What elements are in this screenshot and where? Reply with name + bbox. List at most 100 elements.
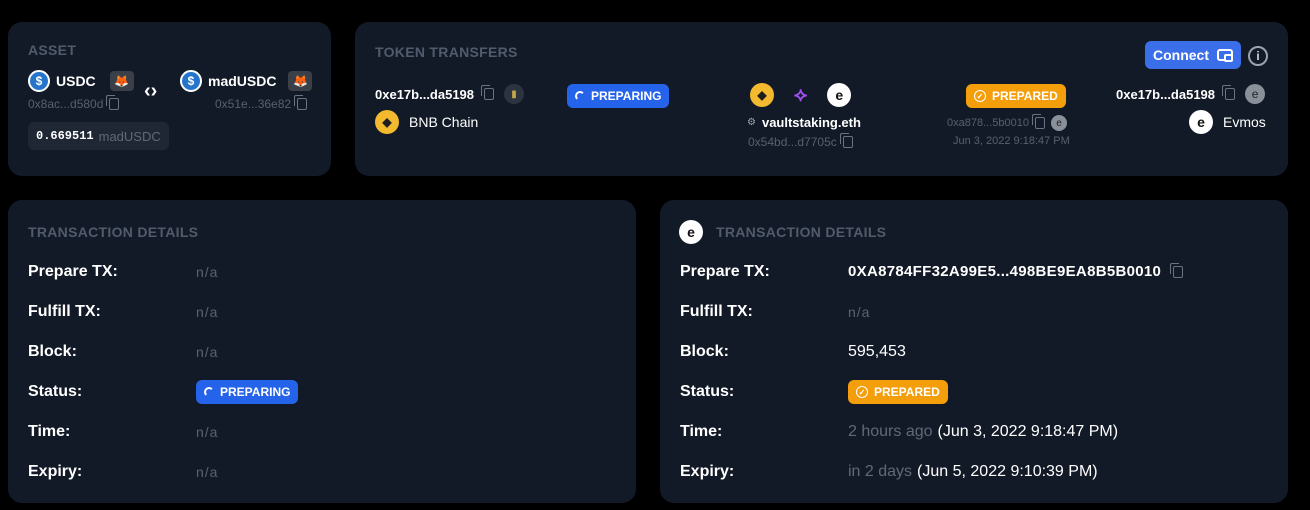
connect-label: Connect — [1153, 47, 1209, 63]
router-name: vaultstaking.eth — [761, 115, 861, 130]
amount-chip: 0.669511 madUSDC — [28, 122, 169, 150]
explorer-icon[interactable]: ▮ — [504, 84, 525, 104]
dest-status-badge: ✓ PREPARED — [966, 84, 1066, 108]
time-label: Time: — [680, 423, 723, 440]
spinner-icon — [204, 387, 214, 397]
prepare-tx-label: Prepare TX: — [680, 263, 770, 280]
metamask-icon[interactable]: 🦊 — [288, 71, 313, 91]
amount-symbol: madUSDC — [98, 128, 161, 144]
source-chain-row: ◆ BNB Chain — [375, 110, 478, 134]
from-address: 0x8ac...d580d — [28, 97, 104, 111]
info-icon[interactable]: i — [1248, 46, 1268, 66]
status-badge: PREPARING — [196, 380, 299, 404]
source-status-text: PREPARING — [591, 89, 662, 103]
status-label: Status: — [680, 383, 735, 400]
check-circle-icon: ✓ — [856, 386, 868, 398]
dest-tx[interactable]: 0xa878...5b0010 — [947, 117, 1029, 129]
copy-icon[interactable] — [1170, 262, 1184, 278]
expiry-value: n/a — [196, 464, 219, 480]
source-details-title: TRANSACTION DETAILS — [28, 224, 199, 240]
to-asset: $ madUSDC 🦊 — [180, 70, 313, 92]
asset-card: ASSET $ USDC 🦊 0x8ac...d580d ‹› $ madUSD… — [8, 22, 331, 176]
evmos-icon: e — [679, 220, 703, 244]
expiry-label: Expiry: — [28, 463, 83, 480]
router-icons: ◆ ⟡ e — [750, 83, 852, 107]
status-badge: ✓ PREPARED — [848, 380, 948, 404]
swap-arrows-icon: ‹› — [144, 80, 158, 102]
copy-icon[interactable] — [839, 133, 853, 148]
receiver-row: 0xe17b...da5198 e — [1116, 84, 1266, 104]
sender-address: 0xe17b...da5198 — [375, 86, 475, 102]
fulfill-tx-value: n/a — [848, 304, 871, 320]
expiry-relative: in 2 days — [848, 463, 913, 480]
dest-chain-row: e Evmos — [1189, 110, 1266, 134]
time-row: 2 hours ago (Jun 3, 2022 9:18:47 PM) — [848, 423, 1118, 441]
connext-icon: ⟡ — [794, 83, 808, 106]
spinner-icon — [575, 91, 585, 101]
dest-details-title: TRANSACTION DETAILS — [716, 224, 887, 240]
time-relative: 2 hours ago — [848, 423, 933, 440]
source-chain-name: BNB Chain — [409, 114, 479, 130]
prepare-tx-value: n/a — [196, 264, 219, 280]
from-symbol: USDC — [56, 73, 96, 89]
expiry-absolute: (Jun 5, 2022 9:10:39 PM) — [917, 463, 1098, 480]
fulfill-tx-label: Fulfill TX: — [28, 303, 101, 320]
token-transfers-title: TOKEN TRANSFERS — [375, 44, 518, 60]
source-transaction-details-card: TRANSACTION DETAILS Prepare TX: n/a Fulf… — [8, 200, 636, 503]
evmos-icon: e — [827, 83, 852, 107]
to-address-row: 0x51e...36e82 — [215, 95, 308, 111]
bnb-icon: ◆ — [750, 83, 774, 107]
block-value[interactable]: 595,453 — [848, 343, 906, 361]
dest-time: Jun 3, 2022 9:18:47 PM — [953, 135, 1070, 147]
copy-icon[interactable] — [1222, 85, 1236, 100]
connect-button[interactable]: Connect — [1145, 41, 1241, 69]
receiver-address: 0xe17b...da5198 — [1116, 86, 1216, 102]
destination-transaction-details-card: e TRANSACTION DETAILS Prepare TX: 0XA878… — [660, 200, 1288, 503]
status-label: Status: — [28, 383, 83, 400]
block-label: Block: — [28, 343, 77, 360]
source-status-badge: PREPARING — [567, 84, 670, 108]
copy-icon[interactable] — [106, 95, 120, 110]
fulfill-tx-label: Fulfill TX: — [680, 303, 753, 320]
bnb-icon: ◆ — [375, 110, 399, 134]
to-symbol: madUSDC — [208, 73, 277, 89]
status-text: PREPARED — [874, 385, 940, 399]
sender-row: 0xe17b...da5198 ▮ — [375, 84, 525, 104]
status-text: PREPARING — [220, 385, 291, 399]
amount-value: 0.669511 — [36, 129, 94, 143]
asset-title: ASSET — [28, 42, 77, 58]
router-icon: ⚙ — [747, 117, 756, 128]
prepare-tx-value[interactable]: 0XA8784FF32A99E5...498BE9EA8B5B0010 — [848, 263, 1161, 280]
copy-icon[interactable] — [1031, 114, 1045, 129]
to-address: 0x51e...36e82 — [215, 97, 292, 111]
from-asset: $ USDC 🦊 — [28, 70, 134, 92]
copy-icon[interactable] — [481, 85, 495, 100]
router-address: 0x54bd...d7705c — [748, 135, 837, 149]
wallet-icon — [1217, 49, 1233, 62]
time-value: n/a — [196, 424, 219, 440]
metamask-icon[interactable]: 🦊 — [109, 71, 134, 91]
prepare-tx-label: Prepare TX: — [28, 263, 118, 280]
usdc-icon: $ — [28, 70, 50, 92]
prepare-tx-row: 0XA8784FF32A99E5...498BE9EA8B5B0010 — [848, 262, 1184, 280]
expiry-label: Expiry: — [680, 463, 735, 480]
token-transfers-card: TOKEN TRANSFERS Connect i 0xe17b...da519… — [355, 22, 1288, 176]
time-absolute: (Jun 3, 2022 9:18:47 PM) — [937, 423, 1119, 440]
evmos-icon: e — [1245, 84, 1266, 104]
expiry-row: in 2 days (Jun 5, 2022 9:10:39 PM) — [848, 463, 1098, 481]
evmos-icon: e — [1050, 115, 1067, 131]
from-address-row: 0x8ac...d580d — [28, 95, 120, 111]
router-name-row: ⚙ vaultstaking.eth — [747, 115, 861, 130]
fulfill-tx-value: n/a — [196, 304, 219, 320]
time-label: Time: — [28, 423, 71, 440]
dest-status-text: PREPARED — [992, 89, 1058, 103]
dest-chain-name: Evmos — [1223, 114, 1266, 130]
block-label: Block: — [680, 343, 729, 360]
dest-tx-row: 0xa878...5b0010 e — [947, 114, 1067, 131]
copy-icon[interactable] — [294, 95, 308, 110]
check-circle-icon: ✓ — [974, 90, 986, 102]
block-value: n/a — [196, 344, 219, 360]
evmos-icon: e — [1189, 110, 1213, 134]
router-address-row: 0x54bd...d7705c — [748, 133, 853, 149]
usdc-icon: $ — [180, 70, 202, 92]
